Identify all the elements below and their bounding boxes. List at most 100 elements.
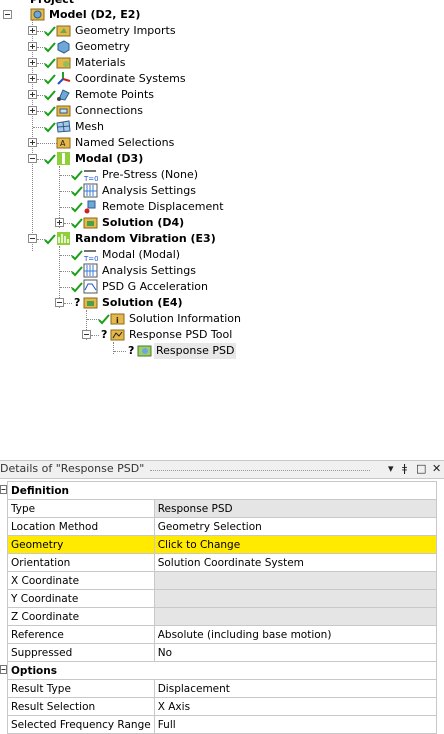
tree-item-psd-g-acceleration[interactable]: PSD G Acceleration [0, 279, 220, 295]
property-name: X Coordinate [7, 571, 155, 590]
check-icon [44, 74, 56, 85]
expand-icon[interactable] [28, 138, 37, 147]
property-value[interactable]: Geometry Selection [153, 517, 438, 536]
solution-icon [83, 297, 98, 309]
details-row[interactable]: Reference Absolute (including base motio… [7, 625, 438, 644]
dropdown-icon[interactable]: ▾ [388, 462, 394, 475]
tree-item-solution-rv[interactable]: ? Solution (E4) [0, 295, 220, 311]
svg-text:T=0: T=0 [83, 255, 98, 262]
restore-icon[interactable]: □ [416, 462, 426, 475]
tree-item-remote-displacement[interactable]: Remote Displacement [0, 199, 240, 215]
details-row[interactable]: Location Method Geometry Selection [7, 517, 438, 536]
tree-item-label: Model (D2, E2) [49, 8, 141, 21]
tree-item-response-psd[interactable]: ? Response PSD [0, 343, 240, 359]
expand-icon[interactable] [28, 42, 37, 51]
remote-points-icon [57, 89, 70, 101]
tree-item-random-vibration[interactable]: Random Vibration (E3) [0, 231, 240, 247]
expand-icon[interactable] [28, 90, 37, 99]
collapse-options-icon[interactable] [0, 665, 7, 674]
expand-icon[interactable] [55, 218, 64, 227]
collapse-icon[interactable] [82, 330, 91, 339]
expand-icon[interactable] [28, 74, 37, 83]
property-name: Y Coordinate [7, 589, 155, 608]
model-icon [30, 8, 45, 21]
collapse-icon[interactable] [3, 10, 12, 19]
tree-item-materials[interactable]: Materials [0, 55, 200, 71]
details-row[interactable]: Orientation Solution Coordinate System [7, 553, 438, 572]
tree-item-mesh[interactable]: Mesh [0, 119, 200, 135]
tree-item-geometry[interactable]: Geometry [0, 39, 200, 55]
tree-item-analysis-settings-rv[interactable]: Analysis Settings [0, 263, 220, 279]
property-name: Reference [7, 625, 155, 644]
collapse-icon[interactable] [28, 154, 37, 163]
named-selections-icon: A [56, 137, 71, 149]
group-definition[interactable]: Definition [7, 481, 437, 500]
property-name: Location Method [7, 517, 155, 536]
svg-text:A: A [60, 139, 66, 148]
property-value[interactable]: No [153, 643, 438, 662]
collapse-definition-icon[interactable] [0, 485, 7, 494]
details-title: Details of "Response PSD" [0, 462, 145, 475]
close-icon[interactable]: ✕ [432, 462, 441, 475]
tree-item-solution-information[interactable]: i Solution Information [0, 311, 241, 327]
expand-icon[interactable] [28, 106, 37, 115]
solution-information-icon: i [110, 313, 125, 325]
check-icon [71, 266, 83, 277]
psd-acceleration-icon [83, 279, 98, 294]
tree-item-label: Response PSD Tool [129, 328, 233, 341]
solution-icon [83, 217, 98, 229]
property-value[interactable]: X Axis [153, 697, 438, 716]
expand-icon[interactable] [28, 58, 37, 67]
property-value[interactable]: Absolute (including base motion) [153, 625, 438, 644]
collapse-icon[interactable] [55, 298, 64, 307]
tree-item-coordinate-systems[interactable]: Coordinate Systems [0, 71, 200, 87]
details-row: X Coordinate [7, 571, 438, 590]
mesh-icon [56, 120, 71, 133]
details-row-geometry[interactable]: Geometry Click to Change [7, 535, 438, 554]
tree-item-response-psd-tool[interactable]: ? Response PSD Tool [0, 327, 240, 343]
tree-item-modal-modal[interactable]: T=0 Modal (Modal) [0, 247, 220, 263]
property-value[interactable]: Displacement [153, 679, 438, 698]
tree-item-label: Geometry Imports [75, 24, 176, 37]
tree-item-pre-stress[interactable]: T=0 Pre-Stress (None) [0, 167, 220, 183]
tree-item-solution-modal[interactable]: Solution (D4) [0, 215, 220, 231]
tree-item-label: Response PSD [154, 343, 237, 359]
tree-item-label: Mesh [75, 120, 104, 133]
details-row[interactable]: Result Selection X Axis [7, 697, 438, 716]
geometry-imports-icon [56, 25, 71, 37]
tree-line [64, 303, 72, 304]
tree-item-geometry-imports[interactable]: Geometry Imports [0, 23, 200, 39]
collapse-icon[interactable] [28, 234, 37, 243]
details-row[interactable]: Type Response PSD [7, 499, 438, 518]
details-row[interactable]: Selected Frequency Range Full [7, 715, 438, 734]
property-value[interactable]: Click to Change [153, 535, 438, 554]
details-row[interactable]: Suppressed No [7, 643, 438, 662]
modal-analysis-icon [57, 152, 70, 165]
details-row[interactable]: Result Type Displacement [7, 679, 438, 698]
property-value[interactable]: Full [153, 715, 438, 734]
coordinate-systems-icon [57, 72, 71, 85]
check-icon [44, 234, 56, 245]
expand-icon[interactable] [28, 26, 37, 35]
property-name: Selected Frequency Range [7, 715, 155, 734]
analysis-settings-icon [83, 263, 98, 278]
pin-icon[interactable]: ǂ [402, 462, 407, 475]
check-icon [71, 186, 83, 197]
geometry-icon [57, 40, 70, 54]
tree-item-label: Remote Points [75, 88, 154, 101]
tree-item-named-selections[interactable]: A Named Selections [0, 135, 200, 151]
tree-item-modal[interactable]: Modal (D3) [0, 151, 200, 167]
property-value[interactable]: Solution Coordinate System [153, 553, 438, 572]
details-header: Details of "Response PSD" ▾ ǂ □ ✕ [0, 460, 444, 479]
tree-item-model[interactable]: Model (D2, E2) [0, 7, 200, 23]
property-name: Geometry [7, 535, 155, 554]
group-options[interactable]: Options [7, 661, 437, 680]
property-value [153, 589, 438, 608]
tree-item-label: Analysis Settings [102, 264, 196, 277]
tree-item-remote-points[interactable]: Remote Points [0, 87, 200, 103]
tree-item-label: Random Vibration (E3) [75, 232, 216, 245]
tree-item-connections[interactable]: Connections [0, 103, 200, 119]
tree-item-analysis-settings-modal[interactable]: Analysis Settings [0, 183, 220, 199]
tree-item-label: Coordinate Systems [75, 72, 186, 85]
tree-line [37, 143, 57, 144]
